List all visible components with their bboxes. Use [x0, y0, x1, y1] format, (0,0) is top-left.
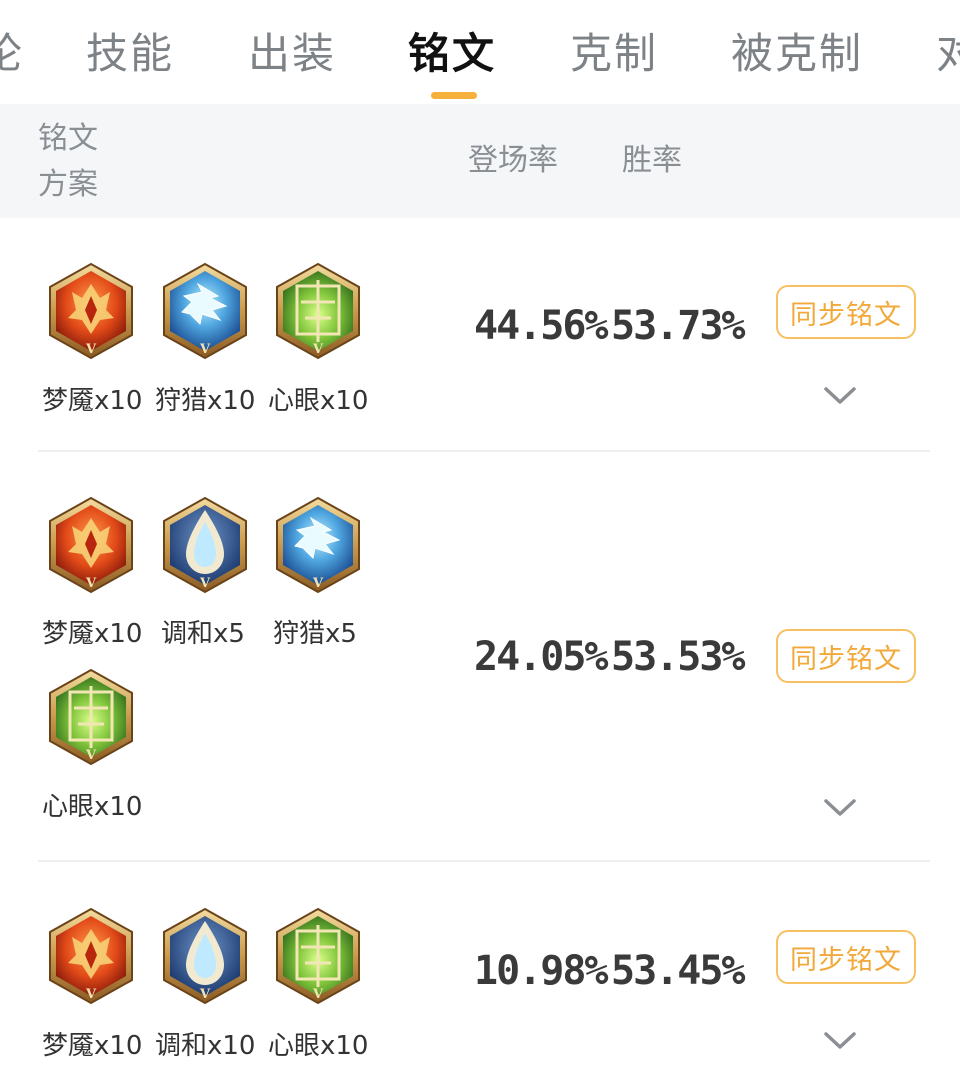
chevron-down-icon[interactable] [823, 798, 857, 818]
pick-rate-value: 10.98% [474, 948, 608, 994]
svg-text:V: V [85, 576, 97, 591]
rune-label: 心眼x10 [268, 1031, 369, 1061]
win-rate-value: 53.73% [611, 303, 745, 349]
win-rate-value: 53.53% [611, 634, 745, 680]
svg-text:V: V [199, 576, 211, 591]
chevron-down-icon[interactable] [823, 386, 857, 406]
tab-partial-left[interactable]: 论 [0, 20, 24, 81]
hunt-rune-icon: V [276, 496, 360, 594]
mind-eye-rune-icon: V [276, 262, 360, 360]
rune-label: 心眼x10 [42, 792, 143, 822]
row-divider [38, 450, 930, 452]
harmony-rune-icon: V [163, 496, 247, 594]
scheme-column-header: 铭文 方案 [38, 116, 98, 208]
sync-runes-button[interactable]: 同步铭文 [776, 930, 916, 984]
svg-text:V: V [312, 576, 324, 591]
svg-text:V: V [199, 342, 211, 357]
tab-countered-by[interactable]: 被克制 [731, 20, 863, 81]
active-tab-indicator [431, 92, 477, 99]
svg-text:V: V [85, 748, 97, 763]
svg-text:V: V [85, 987, 97, 1002]
nightmare-rune-icon: V [49, 496, 133, 594]
scheme-header-line2: 方案 [38, 167, 98, 202]
svg-text:V: V [85, 342, 97, 357]
rune-label: 梦魇x10 [42, 1031, 143, 1061]
tab-bar: 论 技能 出装 铭文 克制 被克制 对 [0, 0, 960, 104]
sync-runes-button[interactable]: 同步铭文 [776, 629, 916, 683]
rune-label: 心眼x10 [268, 386, 369, 416]
tab-build[interactable]: 出装 [248, 20, 336, 81]
scheme-header-line1: 铭文 [38, 121, 98, 156]
win-rate-header: 胜率 [622, 143, 682, 178]
tab-skills[interactable]: 技能 [86, 20, 174, 81]
svg-text:V: V [312, 342, 324, 357]
win-rate-value: 53.45% [611, 948, 745, 994]
rune-label: 梦魇x10 [42, 386, 143, 416]
tab-runes[interactable]: 铭文 [408, 20, 496, 81]
svg-text:V: V [312, 987, 324, 1002]
tab-counters[interactable]: 克制 [570, 20, 658, 81]
rune-label: 梦魇x10 [42, 619, 143, 649]
rune-label: 狩猎x10 [155, 386, 256, 416]
pick-rate-value: 44.56% [474, 303, 608, 349]
hunt-rune-icon: V [163, 262, 247, 360]
chevron-down-icon[interactable] [823, 1031, 857, 1051]
rune-label: 调和x10 [155, 1031, 256, 1061]
sync-runes-button[interactable]: 同步铭文 [776, 285, 916, 339]
row-divider [38, 860, 930, 862]
rune-label: 狩猎x5 [273, 619, 357, 649]
mind-eye-rune-icon: V [49, 668, 133, 766]
tab-partial-right[interactable]: 对 [936, 20, 960, 81]
mind-eye-rune-icon: V [276, 907, 360, 1005]
nightmare-rune-icon: V [49, 907, 133, 1005]
nightmare-rune-icon: V [49, 262, 133, 360]
svg-text:V: V [199, 987, 211, 1002]
pick-rate-header: 登场率 [468, 143, 558, 178]
harmony-rune-icon: V [163, 907, 247, 1005]
pick-rate-value: 24.05% [474, 634, 608, 680]
table-header: 铭文 方案 登场率 胜率 [0, 104, 960, 218]
rune-label: 调和x5 [161, 619, 245, 649]
